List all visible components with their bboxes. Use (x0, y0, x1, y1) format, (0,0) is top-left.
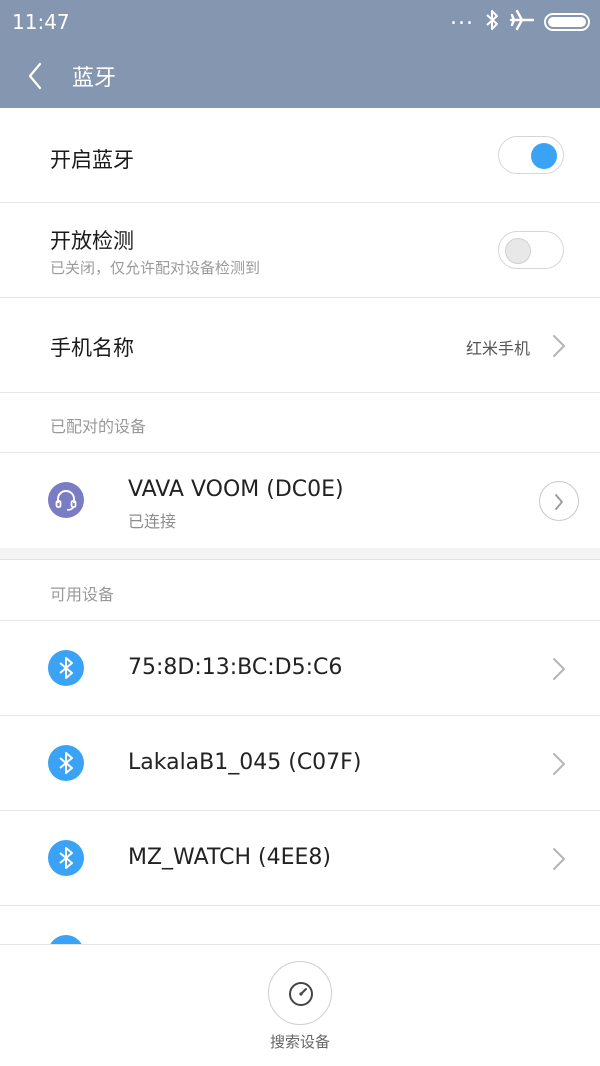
bluetooth-toggle[interactable] (498, 136, 564, 174)
status-time: 11:47 (12, 10, 70, 34)
status-bar: 11:47 ... (0, 0, 600, 44)
radar-icon (289, 982, 313, 1006)
chevron-left-icon (28, 62, 42, 90)
device-status: 已连接 (128, 512, 177, 531)
paired-section-label: 已配对的设备 (50, 417, 147, 436)
discoverable-label: 开放检测 (50, 229, 134, 253)
airplane-icon (509, 9, 535, 35)
available-section-header: 可用设备 (0, 561, 600, 621)
bottom-bar: 搜索设备 (0, 944, 600, 1066)
title-bar: 蓝牙 (0, 44, 600, 108)
status-icons: ... (450, 5, 590, 36)
phone-name-label: 手机名称 (50, 336, 134, 360)
device-name: VAVA VOOM (DC0E) (128, 477, 344, 502)
chevron-right-icon (553, 753, 565, 775)
chevron-right-icon (553, 658, 565, 680)
bluetooth-toggle-row[interactable]: 开启蓝牙 (0, 108, 600, 203)
available-device-row-partial[interactable] (0, 906, 600, 944)
back-button[interactable] (18, 58, 58, 94)
device-name: MZ_WATCH (4EE8) (128, 845, 331, 870)
toggle-knob (531, 143, 557, 169)
discoverable-subtitle: 已关闭，仅允许配对设备检测到 (50, 259, 261, 277)
available-device-row[interactable]: 75:8D:13:BC:D5:C6 (0, 621, 600, 716)
scan-label: 搜索设备 (269, 1033, 330, 1051)
section-divider (0, 548, 600, 560)
available-device-row[interactable]: MZ_WATCH (4EE8) (0, 811, 600, 906)
phone-name-row[interactable]: 手机名称 红米手机 (0, 298, 600, 393)
discoverable-toggle[interactable] (498, 231, 564, 269)
bluetooth-icon (484, 9, 500, 35)
device-name: 75:8D:13:BC:D5:C6 (128, 655, 343, 680)
bluetooth-icon (48, 935, 84, 944)
paired-section-header: 已配对的设备 (0, 393, 600, 453)
battery-fill (548, 17, 586, 27)
page-title: 蓝牙 (72, 66, 117, 91)
bluetooth-label: 开启蓝牙 (50, 148, 134, 172)
available-device-row[interactable]: LakalaB1_045 (C07F) (0, 716, 600, 811)
chevron-right-icon (553, 335, 565, 357)
available-section-label: 可用设备 (50, 585, 115, 604)
chevron-right-icon (553, 848, 565, 870)
device-detail-button[interactable] (539, 481, 579, 521)
paired-device-row[interactable]: VAVA VOOM (DC0E) 已连接 (0, 453, 600, 548)
discoverable-row[interactable]: 开放检测 已关闭，仅允许配对设备检测到 (0, 203, 600, 298)
phone-name-value: 红米手机 (465, 339, 530, 358)
headset-icon (48, 482, 84, 518)
more-dots: ... (450, 5, 474, 30)
bluetooth-icon (48, 650, 84, 686)
device-name: LakalaB1_045 (C07F) (128, 750, 362, 775)
bluetooth-icon (48, 840, 84, 876)
chevron-right-icon (555, 494, 563, 510)
battery-icon (544, 13, 590, 31)
scan-button[interactable] (268, 961, 332, 1025)
bluetooth-icon (48, 745, 84, 781)
toggle-knob (505, 238, 531, 264)
